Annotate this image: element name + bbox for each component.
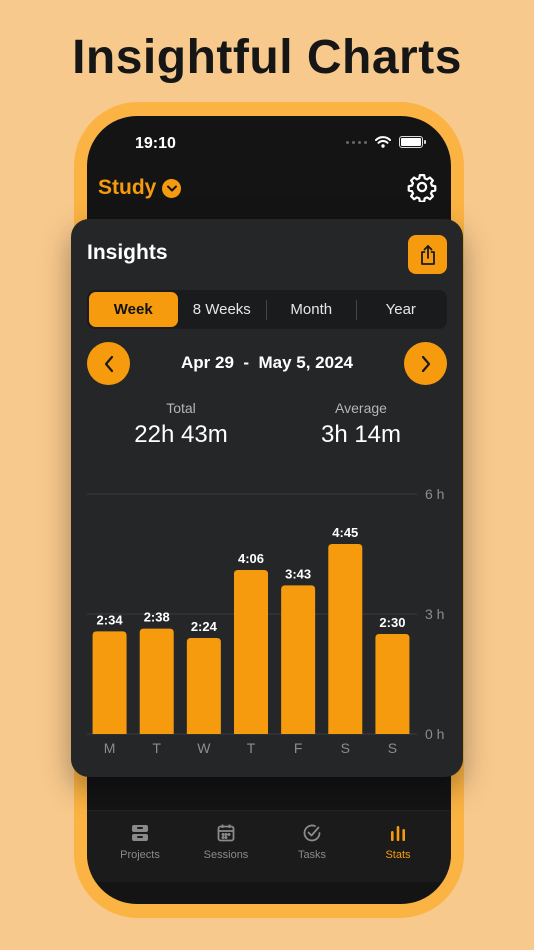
bar-value-label: 2:34	[97, 612, 124, 627]
tab-tasks[interactable]: Tasks	[272, 811, 352, 861]
bar	[234, 570, 268, 734]
wifi-icon	[375, 136, 391, 148]
tab-label: Sessions	[203, 849, 249, 861]
x-tick-label: S	[341, 740, 350, 756]
bar	[92, 631, 127, 734]
average-stat: Average 3h 14m	[271, 400, 451, 449]
segment-month[interactable]: Month	[267, 292, 356, 327]
tab-label: Projects	[120, 849, 160, 861]
tab-label: Stats	[385, 849, 411, 861]
bar	[281, 585, 316, 734]
segment-week[interactable]: Week	[89, 292, 178, 327]
bar	[375, 634, 410, 734]
chevron-down-icon	[162, 178, 182, 198]
y-tick-label: 3 h	[425, 606, 444, 622]
total-stat: Total 22h 43m	[91, 400, 271, 449]
card-title: Insights	[87, 241, 168, 264]
bar-chart-icon	[391, 826, 405, 841]
x-tick-label: F	[294, 740, 303, 756]
x-tick-label: T	[152, 740, 161, 756]
gear-icon	[407, 174, 437, 203]
y-tick-label: 6 h	[425, 486, 444, 502]
next-period-button[interactable]	[404, 342, 447, 385]
bar-value-label: 2:24	[191, 619, 218, 634]
total-label: Total	[166, 400, 196, 416]
tab-label: Tasks	[297, 849, 327, 861]
signal-icon	[346, 140, 367, 144]
segment-year[interactable]: Year	[357, 292, 446, 327]
bar-value-label: 4:06	[238, 551, 264, 566]
average-value: 3h 14m	[320, 421, 402, 448]
share-button[interactable]	[408, 235, 447, 274]
tab-projects[interactable]: Projects	[100, 811, 180, 861]
bar	[186, 638, 221, 734]
bar-value-label: 2:38	[144, 610, 170, 625]
settings-button[interactable]	[407, 172, 437, 207]
project-title: Study	[98, 176, 157, 199]
status-icons	[346, 136, 426, 148]
x-tick-label: M	[104, 740, 116, 756]
average-label: Average	[335, 400, 387, 416]
total-value: 22h 43m	[134, 421, 228, 448]
tab-stats[interactable]: Stats	[358, 811, 438, 861]
bar-value-label: 3:43	[285, 566, 311, 581]
tab-sessions[interactable]: Sessions	[186, 811, 266, 861]
bar-value-label: 4:45	[332, 525, 358, 540]
y-tick-label: 0 h	[425, 726, 444, 742]
bar-value-label: 2:30	[379, 615, 405, 630]
x-tick-label: S	[388, 740, 397, 756]
insights-card: Insights Week 8 Weeks Month Year Apr 29 …	[71, 219, 463, 777]
x-tick-label: T	[247, 740, 256, 756]
tray-icon	[132, 825, 148, 841]
segment-8-weeks[interactable]: 8 Weeks	[178, 292, 267, 327]
project-selector[interactable]: Study	[98, 176, 182, 200]
weekly-bar-chart: 0 h 3 h 6 h 2:34 M 2:38 T 2:24 W 4:06 T 3:43 F 4:45 S 2…	[87, 486, 444, 756]
checkmark-circle-icon	[303, 824, 321, 842]
tab-bar: Projects Sessions Tasks Stats	[87, 810, 451, 882]
calendar-icon	[217, 824, 235, 842]
bar	[328, 544, 363, 734]
bar	[139, 628, 174, 734]
headline: Insightful Charts	[72, 31, 462, 84]
status-time: 19:10	[135, 135, 176, 152]
x-tick-label: W	[197, 740, 211, 756]
battery-icon	[399, 136, 426, 148]
share-icon	[420, 244, 435, 265]
chevron-right-icon	[421, 355, 430, 372]
period-segmented-control: Week 8 Weeks Month Year	[87, 290, 447, 329]
